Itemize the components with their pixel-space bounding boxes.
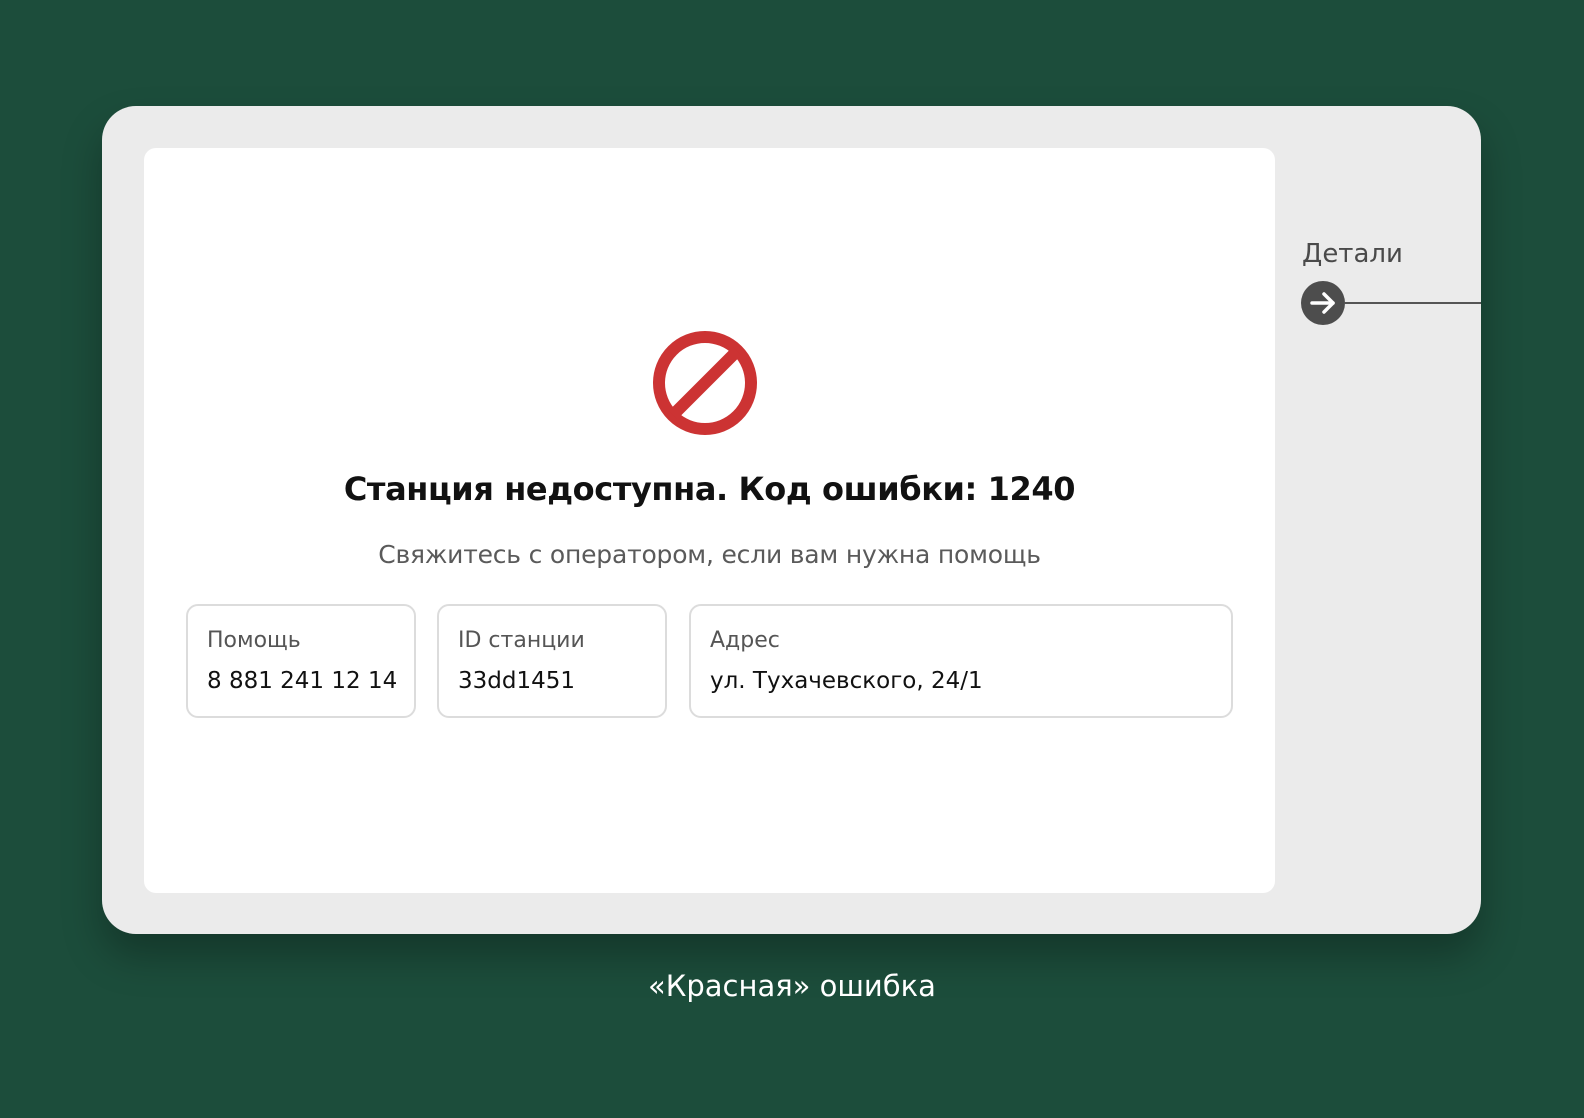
help-card: Помощь 8 881 241 12 14	[186, 604, 416, 718]
details-button[interactable]	[1301, 281, 1345, 325]
caption: «Красная» ошибка	[648, 969, 936, 1003]
address-label: Адрес	[710, 628, 780, 653]
prohibited-icon	[651, 329, 759, 437]
station-id-value: 33dd1451	[458, 668, 575, 694]
error-panel: Станция недоступна. Код ошибки: 1240 Свя…	[144, 148, 1275, 893]
details-connector-line	[1345, 302, 1481, 304]
address-card: Адрес ул. Тухачевского, 24/1	[689, 604, 1233, 718]
device-frame: Станция недоступна. Код ошибки: 1240 Свя…	[102, 106, 1481, 934]
arrow-right-circle-icon	[1310, 292, 1335, 314]
help-label: Помощь	[207, 628, 301, 653]
station-id-card: ID станции 33dd1451	[437, 604, 667, 718]
error-title: Станция недоступна. Код ошибки: 1240	[343, 470, 1076, 508]
error-subtitle: Свяжитесь с оператором, если вам нужна п…	[378, 540, 1041, 569]
page-background: { "error": { "title": "Станция недоступн…	[0, 0, 1584, 1118]
station-id-label: ID станции	[458, 628, 585, 653]
help-phone: 8 881 241 12 14	[207, 668, 398, 694]
details-label: Детали	[1302, 239, 1403, 269]
address-value: ул. Тухачевского, 24/1	[710, 668, 983, 694]
